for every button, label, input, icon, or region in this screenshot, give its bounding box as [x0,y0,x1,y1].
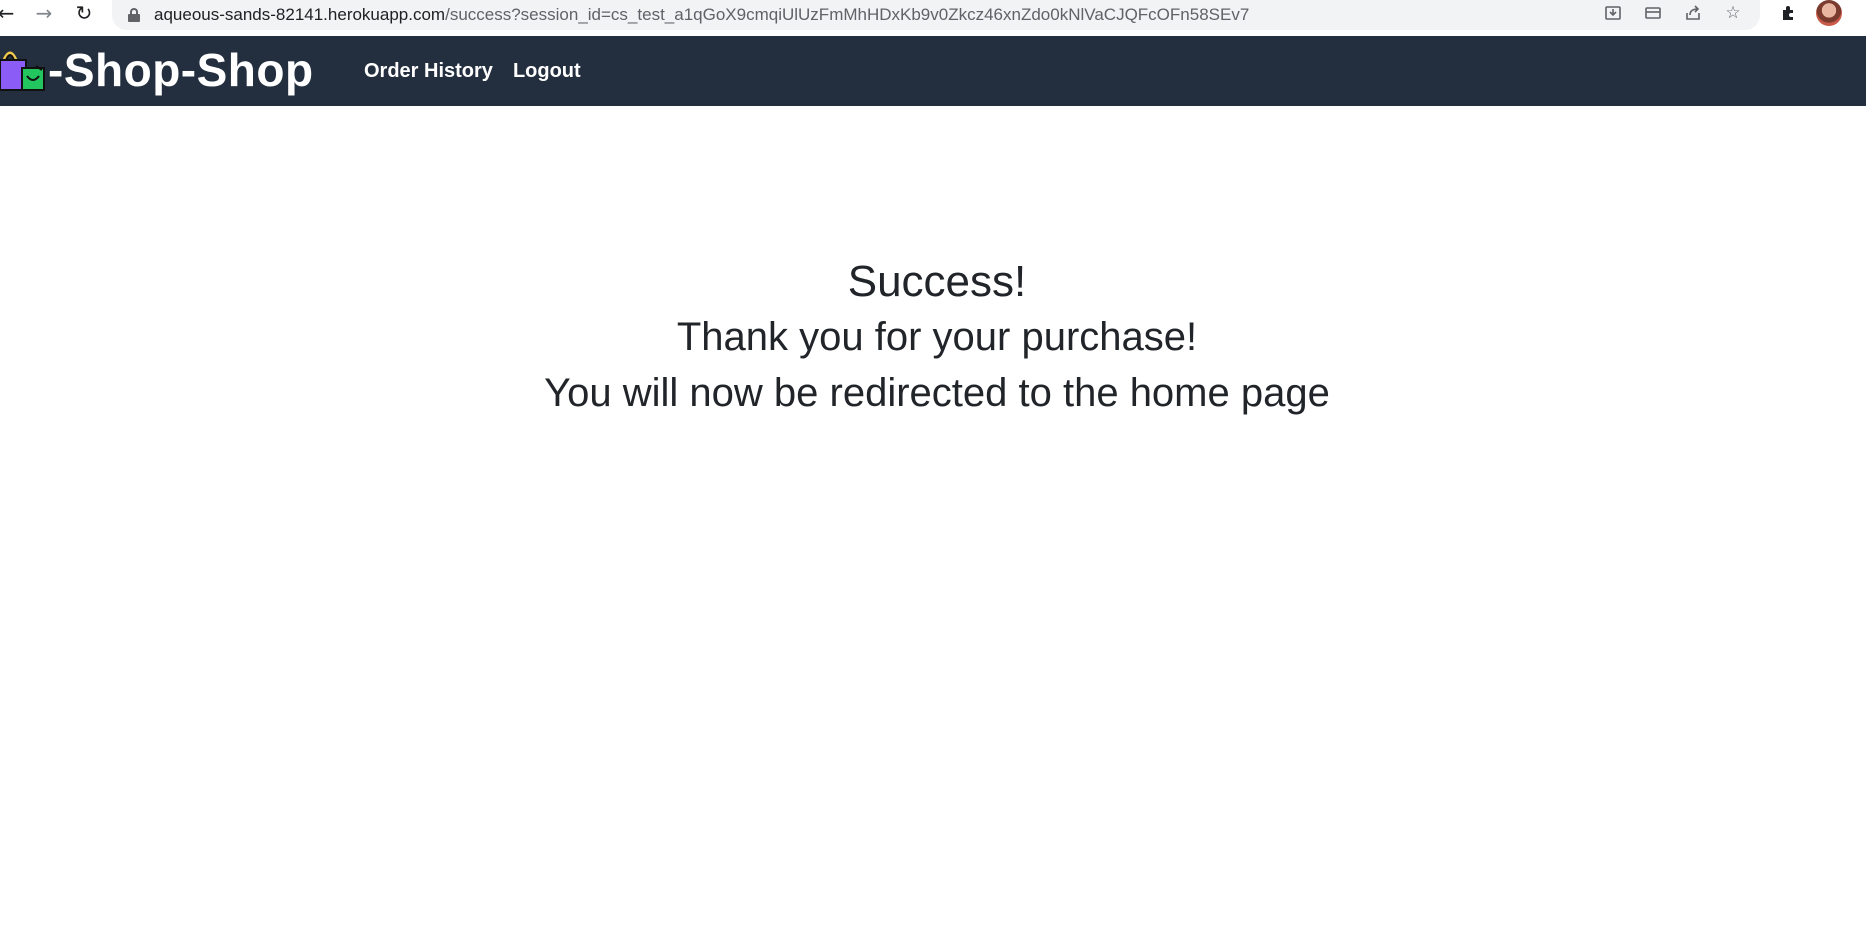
browser-toolbar: ← → ↻ aqueous-sands-82141.herokuapp.com/… [0,0,1866,36]
brand-title[interactable]: -Shop-Shop [48,43,314,97]
success-title: Success! [847,257,1027,306]
shopping-bags-icon[interactable] [0,44,46,94]
reload-icon[interactable]: ↻ [70,0,98,26]
back-icon[interactable]: ← [0,0,20,26]
success-message: Success! Thank you for your purchase! Yo… [0,256,1866,421]
url-host: aqueous-sands-82141.herokuapp.com [154,5,446,24]
bookmark-star-icon[interactable]: ☆ [1722,2,1744,24]
app-navbar: -Shop-Shop Order History Logout [0,36,1866,106]
url-path: /success?session_id=cs_test_a1qGoX9cmqiU… [445,5,1250,24]
tab-search-icon[interactable] [1642,2,1664,24]
nav-order-history[interactable]: Order History [364,60,493,83]
url-text[interactable]: aqueous-sands-82141.herokuapp.com/succes… [154,5,1249,25]
main-content: Success! Thank you for your purchase! Yo… [0,106,1866,931]
extensions-icon[interactable] [1776,0,1802,26]
main-nav: Order History Logout [364,36,581,106]
address-bar[interactable]: aqueous-sands-82141.herokuapp.com/succes… [112,0,1760,30]
profile-avatar[interactable] [1816,0,1842,26]
lock-icon[interactable] [128,8,140,22]
address-bar-actions: ☆ [1602,0,1744,26]
nav-logout[interactable]: Logout [513,60,581,83]
thank-you-text: Thank you for your purchase! [676,314,1198,359]
forward-icon[interactable]: → [30,0,58,26]
share-icon[interactable] [1682,2,1704,24]
redirect-text: You will now be redirected to the home p… [544,370,1330,415]
install-icon[interactable] [1602,2,1624,24]
